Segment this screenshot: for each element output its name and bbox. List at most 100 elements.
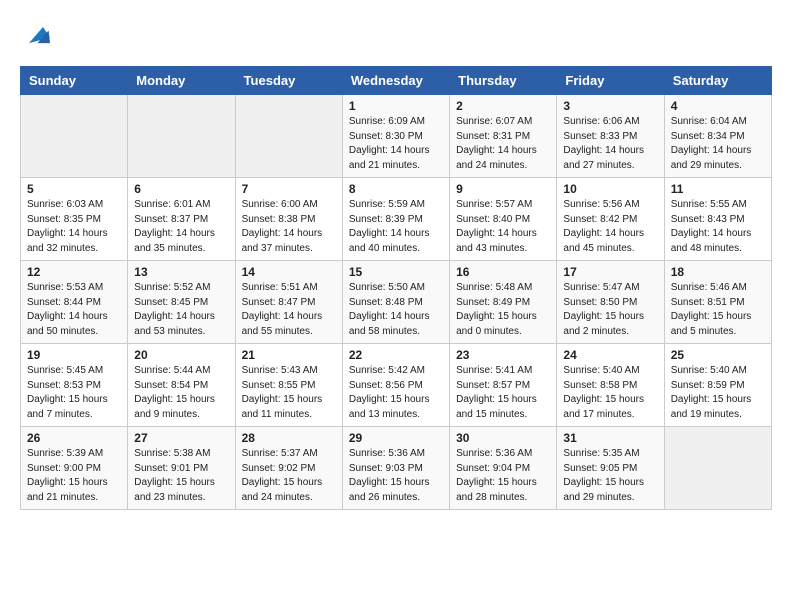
day-number: 5	[27, 182, 121, 196]
day-info: Sunrise: 6:09 AM Sunset: 8:30 PM Dayligh…	[349, 115, 443, 173]
calendar-cell: 23Sunrise: 5:41 AM Sunset: 8:57 PM Dayli…	[450, 344, 557, 427]
day-number: 23	[456, 348, 550, 362]
weekday-header: Friday	[557, 67, 664, 95]
calendar-cell: 8 Sunrise: 5:59 AM Sunset: 8:39 PM Daylig…	[342, 178, 449, 261]
day-info: Sunrise: 6:07 AM Sunset: 8:31 PM Dayligh…	[456, 115, 550, 173]
calendar-cell: 21 Sunrise: 5:43 AM Sunset: 8:55 PM Dayli…	[235, 344, 342, 427]
day-info: Sunrise: 5:56 AM Sunset: 8:42 PM Dayligh…	[563, 198, 657, 256]
day-info: Sunrise: 5:59 AM Sunset: 8:39 PM Dayligh…	[349, 198, 443, 256]
calendar-cell: 26Sunrise: 5:39 AM Sunset: 9:00 PM Dayli…	[21, 427, 128, 510]
calendar-cell	[235, 95, 342, 178]
day-info: Sunrise: 6:03 AM Sunset: 8:35 PM Dayligh…	[27, 198, 121, 256]
day-number: 3	[563, 99, 657, 113]
weekday-header: Sunday	[21, 67, 128, 95]
calendar-week-row: 19Sunrise: 5:45 AM Sunset: 8:53 PM Dayli…	[21, 344, 772, 427]
calendar-cell: 25 Sunrise: 5:40 AM Sunset: 8:59 PM Dayli…	[664, 344, 771, 427]
calendar-cell	[664, 427, 771, 510]
calendar-cell: 19Sunrise: 5:45 AM Sunset: 8:53 PM Dayli…	[21, 344, 128, 427]
day-info: Sunrise: 5:36 AM Sunset: 9:03 PM Dayligh…	[349, 447, 443, 505]
calendar-cell: 6Sunrise: 6:01 AM Sunset: 8:37 PM Daylig…	[128, 178, 235, 261]
day-number: 7	[242, 182, 336, 196]
day-number: 9	[456, 182, 550, 196]
calendar-cell: 2 Sunrise: 6:07 AM Sunset: 8:31 PM Daylig…	[450, 95, 557, 178]
day-number: 14	[242, 265, 336, 279]
calendar-cell: 20 Sunrise: 5:44 AM Sunset: 8:54 PM Dayli…	[128, 344, 235, 427]
day-info: Sunrise: 5:40 AM Sunset: 8:59 PM Dayligh…	[671, 364, 765, 422]
calendar-week-row: 1 Sunrise: 6:09 AM Sunset: 8:30 PM Daylig…	[21, 95, 772, 178]
day-info: Sunrise: 5:37 AM Sunset: 9:02 PM Dayligh…	[242, 447, 336, 505]
day-number: 31	[563, 431, 657, 445]
logo	[20, 20, 50, 50]
day-info: Sunrise: 5:47 AM Sunset: 8:50 PM Dayligh…	[563, 281, 657, 339]
day-number: 4	[671, 99, 765, 113]
calendar-cell: 7 Sunrise: 6:00 AM Sunset: 8:38 PM Daylig…	[235, 178, 342, 261]
day-info: Sunrise: 5:55 AM Sunset: 8:43 PM Dayligh…	[671, 198, 765, 256]
day-number: 20	[134, 348, 228, 362]
weekday-header-row: SundayMondayTuesdayWednesdayThursdayFrid…	[21, 67, 772, 95]
day-info: Sunrise: 5:51 AM Sunset: 8:47 PM Dayligh…	[242, 281, 336, 339]
day-number: 8	[349, 182, 443, 196]
day-number: 1	[349, 99, 443, 113]
day-number: 17	[563, 265, 657, 279]
calendar-cell: 28Sunrise: 5:37 AM Sunset: 9:02 PM Dayli…	[235, 427, 342, 510]
calendar-cell: 10 Sunrise: 5:56 AM Sunset: 8:42 PM Dayli…	[557, 178, 664, 261]
calendar-cell	[128, 95, 235, 178]
day-number: 18	[671, 265, 765, 279]
weekday-header: Tuesday	[235, 67, 342, 95]
day-number: 15	[349, 265, 443, 279]
calendar-cell: 17 Sunrise: 5:47 AM Sunset: 8:50 PM Dayli…	[557, 261, 664, 344]
calendar-cell: 31 Sunrise: 5:35 AM Sunset: 9:05 PM Dayli…	[557, 427, 664, 510]
day-info: Sunrise: 6:00 AM Sunset: 8:38 PM Dayligh…	[242, 198, 336, 256]
day-number: 11	[671, 182, 765, 196]
calendar-cell: 27 Sunrise: 5:38 AM Sunset: 9:01 PM Dayli…	[128, 427, 235, 510]
day-number: 2	[456, 99, 550, 113]
day-info: Sunrise: 5:43 AM Sunset: 8:55 PM Dayligh…	[242, 364, 336, 422]
day-number: 13	[134, 265, 228, 279]
day-number: 26	[27, 431, 121, 445]
calendar-cell: 16Sunrise: 5:48 AM Sunset: 8:49 PM Dayli…	[450, 261, 557, 344]
day-info: Sunrise: 5:48 AM Sunset: 8:49 PM Dayligh…	[456, 281, 550, 339]
calendar-cell: 24 Sunrise: 5:40 AM Sunset: 8:58 PM Dayli…	[557, 344, 664, 427]
day-info: Sunrise: 6:06 AM Sunset: 8:33 PM Dayligh…	[563, 115, 657, 173]
calendar-cell	[21, 95, 128, 178]
calendar-week-row: 12Sunrise: 5:53 AM Sunset: 8:44 PM Dayli…	[21, 261, 772, 344]
calendar-cell: 29Sunrise: 5:36 AM Sunset: 9:03 PM Dayli…	[342, 427, 449, 510]
day-number: 12	[27, 265, 121, 279]
calendar-cell: 3 Sunrise: 6:06 AM Sunset: 8:33 PM Daylig…	[557, 95, 664, 178]
calendar-cell: 11 Sunrise: 5:55 AM Sunset: 8:43 PM Dayli…	[664, 178, 771, 261]
day-info: Sunrise: 5:40 AM Sunset: 8:58 PM Dayligh…	[563, 364, 657, 422]
calendar-cell: 4 Sunrise: 6:04 AM Sunset: 8:34 PM Daylig…	[664, 95, 771, 178]
day-info: Sunrise: 6:04 AM Sunset: 8:34 PM Dayligh…	[671, 115, 765, 173]
calendar-cell: 12Sunrise: 5:53 AM Sunset: 8:44 PM Dayli…	[21, 261, 128, 344]
calendar-cell: 15 Sunrise: 5:50 AM Sunset: 8:48 PM Dayli…	[342, 261, 449, 344]
calendar-cell: 1 Sunrise: 6:09 AM Sunset: 8:30 PM Daylig…	[342, 95, 449, 178]
day-info: Sunrise: 5:44 AM Sunset: 8:54 PM Dayligh…	[134, 364, 228, 422]
calendar: SundayMondayTuesdayWednesdayThursdayFrid…	[20, 66, 772, 510]
weekday-header: Wednesday	[342, 67, 449, 95]
day-info: Sunrise: 5:57 AM Sunset: 8:40 PM Dayligh…	[456, 198, 550, 256]
day-info: Sunrise: 5:50 AM Sunset: 8:48 PM Dayligh…	[349, 281, 443, 339]
weekday-header: Thursday	[450, 67, 557, 95]
day-number: 21	[242, 348, 336, 362]
day-info: Sunrise: 5:45 AM Sunset: 8:53 PM Dayligh…	[27, 364, 121, 422]
day-info: Sunrise: 5:46 AM Sunset: 8:51 PM Dayligh…	[671, 281, 765, 339]
calendar-cell: 30 Sunrise: 5:36 AM Sunset: 9:04 PM Dayli…	[450, 427, 557, 510]
day-info: Sunrise: 5:38 AM Sunset: 9:01 PM Dayligh…	[134, 447, 228, 505]
weekday-header: Monday	[128, 67, 235, 95]
calendar-cell: 9 Sunrise: 5:57 AM Sunset: 8:40 PM Daylig…	[450, 178, 557, 261]
logo-icon	[22, 20, 50, 48]
day-number: 30	[456, 431, 550, 445]
calendar-week-row: 5 Sunrise: 6:03 AM Sunset: 8:35 PM Daylig…	[21, 178, 772, 261]
day-info: Sunrise: 5:35 AM Sunset: 9:05 PM Dayligh…	[563, 447, 657, 505]
calendar-cell: 14 Sunrise: 5:51 AM Sunset: 8:47 PM Dayli…	[235, 261, 342, 344]
day-number: 22	[349, 348, 443, 362]
header	[20, 20, 772, 50]
day-info: Sunrise: 6:01 AM Sunset: 8:37 PM Dayligh…	[134, 198, 228, 256]
day-number: 25	[671, 348, 765, 362]
day-info: Sunrise: 5:36 AM Sunset: 9:04 PM Dayligh…	[456, 447, 550, 505]
weekday-header: Saturday	[664, 67, 771, 95]
day-info: Sunrise: 5:42 AM Sunset: 8:56 PM Dayligh…	[349, 364, 443, 422]
day-number: 27	[134, 431, 228, 445]
day-number: 24	[563, 348, 657, 362]
day-number: 10	[563, 182, 657, 196]
